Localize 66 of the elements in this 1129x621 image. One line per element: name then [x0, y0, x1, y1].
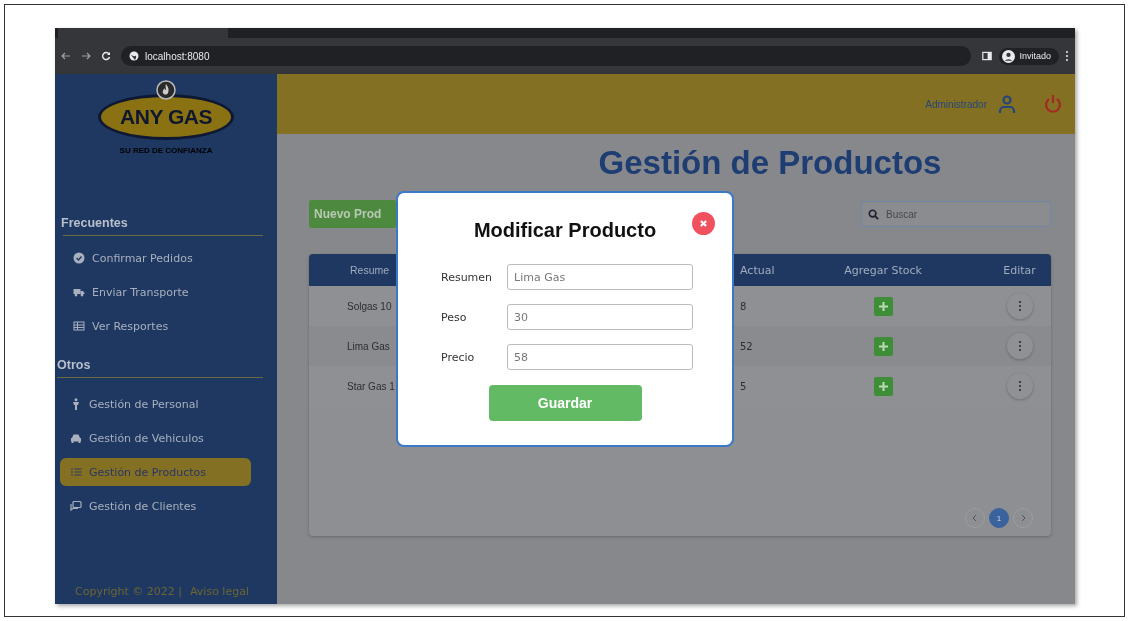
profile-icon — [1002, 49, 1016, 63]
page-title: Gestión de Productos — [597, 144, 943, 182]
user-name: Administrador — [925, 98, 987, 110]
plus-icon — [876, 299, 890, 313]
column-header: Editar — [1002, 263, 1037, 277]
more-vertical-icon — [1017, 340, 1022, 352]
plus-icon — [876, 339, 890, 353]
column-header: Actual — [739, 263, 776, 277]
person-icon — [70, 398, 82, 410]
browser-menu-icon[interactable] — [1065, 50, 1069, 62]
table-cell-text: 5 — [739, 380, 748, 392]
car-icon — [70, 432, 82, 444]
column-header: Resume — [349, 264, 391, 276]
sidebar-item[interactable]: Ver Resportes — [63, 312, 263, 340]
truck-icon — [73, 286, 85, 298]
power-icon[interactable] — [1043, 94, 1063, 114]
sidebar-item[interactable]: Gestión de Vehiculos — [60, 424, 251, 452]
field-label: Precio — [441, 350, 476, 364]
more-vertical-icon — [1017, 300, 1022, 312]
input-field[interactable]: 30 — [507, 304, 693, 330]
input-field[interactable]: 58 — [507, 344, 693, 370]
profile-chip[interactable]: Invitado — [999, 47, 1059, 65]
search-field[interactable]: Buscar — [861, 201, 1051, 227]
field-label: Resumen — [441, 270, 494, 284]
dialog-title: Modificar Producto — [473, 219, 657, 242]
table-cell-text: Lima Gas — [346, 340, 391, 352]
table-cell-text: Star Gas 1 — [346, 380, 396, 392]
address-bar[interactable]: localhost:8080 — [121, 46, 972, 66]
more-options-button[interactable] — [1006, 333, 1033, 359]
more-vertical-icon — [1017, 380, 1022, 392]
section-heading: Frecuentes — [61, 216, 129, 232]
add-stock-button[interactable] — [873, 296, 893, 316]
input-field[interactable]: Lima Gas — [507, 264, 693, 290]
close-icon — [697, 217, 710, 230]
table-icon — [73, 320, 85, 332]
side-panel-icon[interactable] — [981, 50, 994, 62]
sidebar-item[interactable]: Confirmar Pedidos — [63, 244, 263, 272]
sidebar-item[interactable]: Gestión de Clientes — [60, 492, 251, 520]
back-icon[interactable] — [61, 51, 71, 61]
table-cell-text: Solgas 10 — [346, 300, 393, 312]
sidebar-item[interactable]: Gestión de Personal — [60, 390, 251, 418]
search-icon — [868, 209, 879, 220]
section-heading: Otros — [57, 358, 92, 374]
more-options-button[interactable] — [1006, 373, 1033, 399]
sidebar-item[interactable]: Enviar Transporte — [63, 278, 263, 306]
list-icon — [70, 466, 82, 478]
chat-icon — [70, 500, 82, 512]
field-label: Peso — [441, 310, 468, 324]
user-icon[interactable] — [997, 94, 1017, 114]
column-header: Agregar Stock — [843, 263, 923, 277]
add-stock-button[interactable] — [873, 376, 893, 396]
url-text: localhost:8080 — [145, 50, 210, 62]
table-cell-text: 52 — [739, 340, 754, 352]
reload-icon[interactable] — [101, 51, 111, 61]
globe-icon — [129, 51, 139, 61]
page-button[interactable]: 1 — [989, 508, 1009, 528]
logo-slogan: SU RED DE CONFIANZA — [119, 146, 213, 155]
add-stock-button[interactable] — [873, 336, 893, 356]
close-button[interactable] — [692, 212, 715, 235]
more-options-button[interactable] — [1006, 293, 1033, 319]
check-circle-icon — [73, 252, 85, 264]
copyright-text: Copyright © 2022 | — [75, 585, 182, 598]
table-cell-text: 8 — [739, 300, 748, 312]
plus-icon — [876, 379, 890, 393]
forward-icon[interactable] — [81, 51, 91, 61]
logo-badge: ANY GAS — [98, 94, 234, 140]
